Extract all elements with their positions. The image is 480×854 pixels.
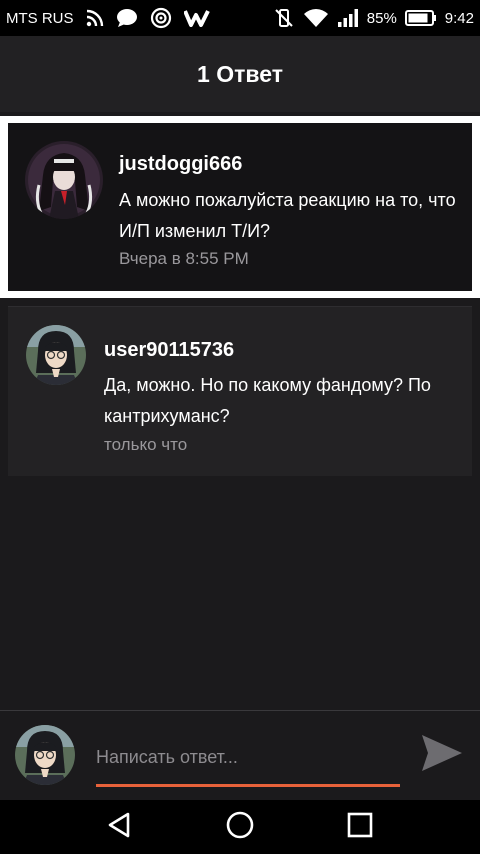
reply-timestamp: только что [104,435,188,454]
nav-back-button[interactable] [96,803,144,851]
target-icon [150,7,172,29]
w-app-icon [183,9,210,27]
nav-recents-button[interactable] [336,803,384,851]
clock: 9:42 [444,9,474,27]
reply-username[interactable]: user90115736 [104,339,234,362]
page-title: 1 Ответ [197,60,283,87]
avatar[interactable] [26,325,86,385]
parent-comment-highlight: justdoggi666 А можно пожалуйста реакцию … [0,116,480,298]
vibrate-off-icon [273,7,295,29]
status-bar: MTS RUS 85% 9:42 [0,0,480,36]
system-nav-bar [0,800,480,854]
reply-input[interactable] [96,741,400,787]
wifi-icon [303,8,329,28]
comment-username[interactable]: justdoggi666 [119,153,242,176]
app-header: 1 Ответ [0,36,480,112]
reply-composer [0,710,480,800]
send-button[interactable] [418,731,466,779]
chat-bubble-icon [116,8,138,28]
back-icon [106,811,134,844]
comment-text: А можно пожалуйста реакцию на то, что И/… [119,190,456,241]
rss-icon [86,9,104,27]
avatar[interactable] [25,141,103,219]
reply-comment[interactable]: user90115736 Да, можно. Но по какому фан… [8,306,472,476]
battery-icon [404,9,437,27]
signal-icon [337,8,359,28]
reply-text: Да, можно. Но по какому фандому? По кант… [104,375,431,426]
comment-timestamp: Вчера в 8:55 PM [119,249,249,268]
home-icon [225,810,255,845]
carrier-name: MTS RUS [6,9,74,27]
nav-home-button[interactable] [216,803,264,851]
battery-percent: 85% [366,9,397,27]
parent-comment[interactable]: justdoggi666 А можно пожалуйста реакцию … [8,123,472,291]
send-icon [420,733,464,778]
recents-icon [346,811,374,844]
current-user-avatar [15,725,75,785]
